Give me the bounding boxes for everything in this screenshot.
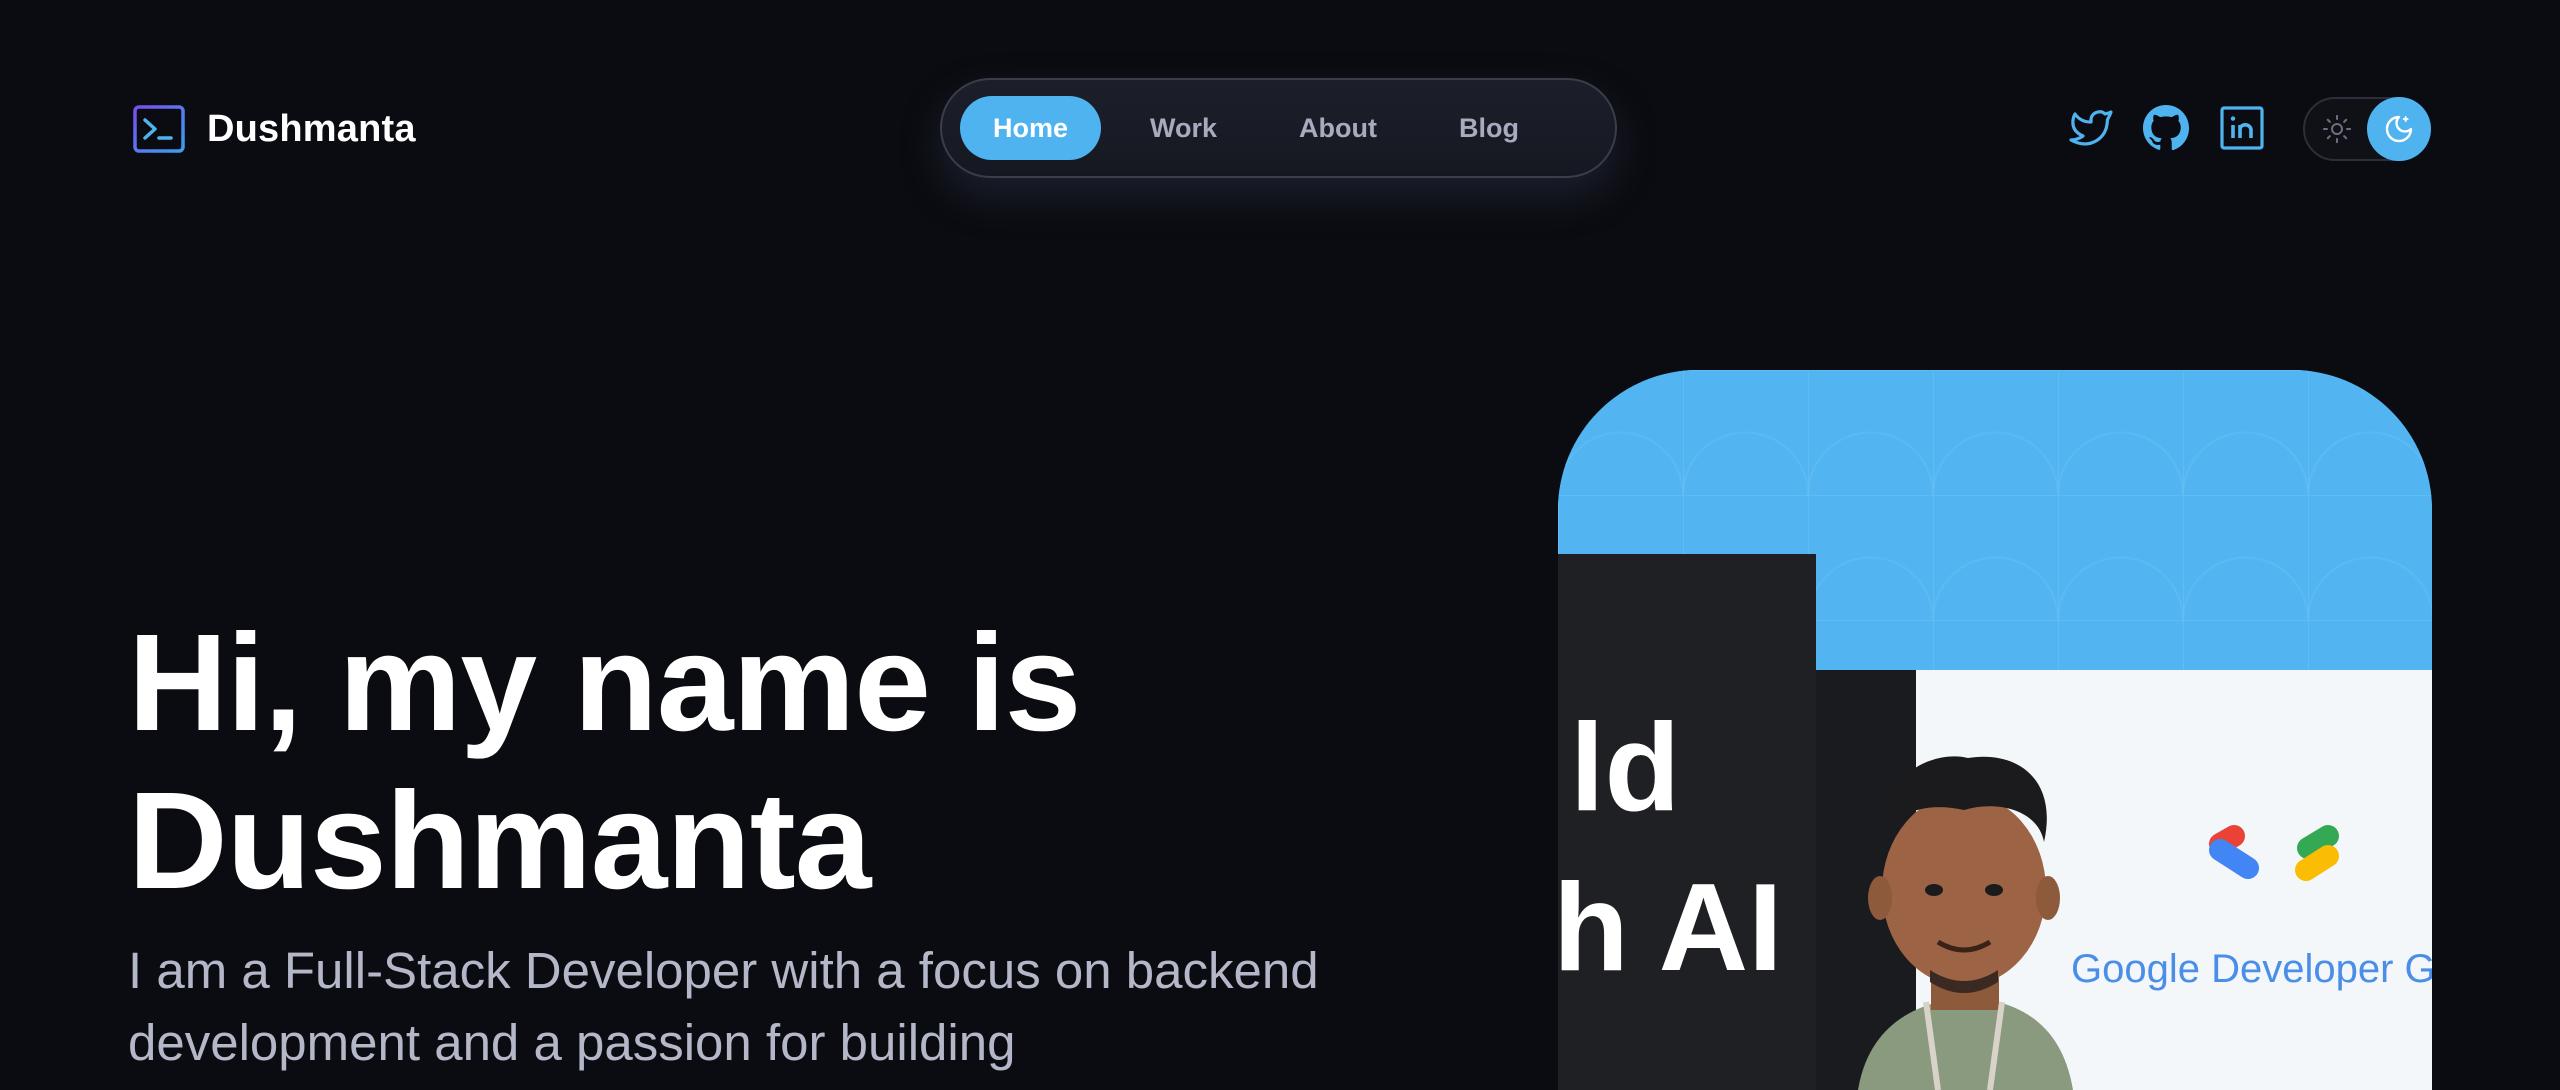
terminal-icon (133, 105, 185, 153)
brand-logo[interactable]: Dushmanta (133, 105, 416, 153)
nav-home[interactable]: Home (960, 96, 1102, 160)
github-icon[interactable] (2142, 104, 2190, 152)
banner-text: Google Developer G (2071, 947, 2432, 991)
slide-text-line2: h AI (1558, 859, 1783, 997)
hero-description: I am a Full-Stack Developer with a focus… (128, 942, 1319, 1071)
moon-icon (2385, 115, 2413, 143)
sun-icon (2322, 114, 2352, 144)
hero-title-line1: Hi, my name is (128, 606, 1081, 760)
hero-title: Hi, my name is Dushmanta (128, 604, 1081, 920)
theme-toggle-knob[interactable] (2367, 97, 2431, 161)
profile-photo: ld h AI Google Developer G (1558, 370, 2432, 1090)
hero-title-line2: Dushmanta (128, 764, 871, 918)
main-nav: Home Work About Blog (940, 78, 1617, 178)
slide-text-line1: ld (1570, 699, 1680, 837)
theme-toggle[interactable] (2303, 97, 2431, 161)
brand-name: Dushmanta (207, 107, 416, 150)
linkedin-icon[interactable] (2218, 104, 2266, 152)
nav-work[interactable]: Work (1117, 96, 1250, 160)
twitter-icon[interactable] (2067, 104, 2115, 152)
nav-about[interactable]: About (1266, 96, 1410, 160)
nav-blog[interactable]: Blog (1426, 96, 1552, 160)
person-portrait (1858, 756, 2073, 1090)
